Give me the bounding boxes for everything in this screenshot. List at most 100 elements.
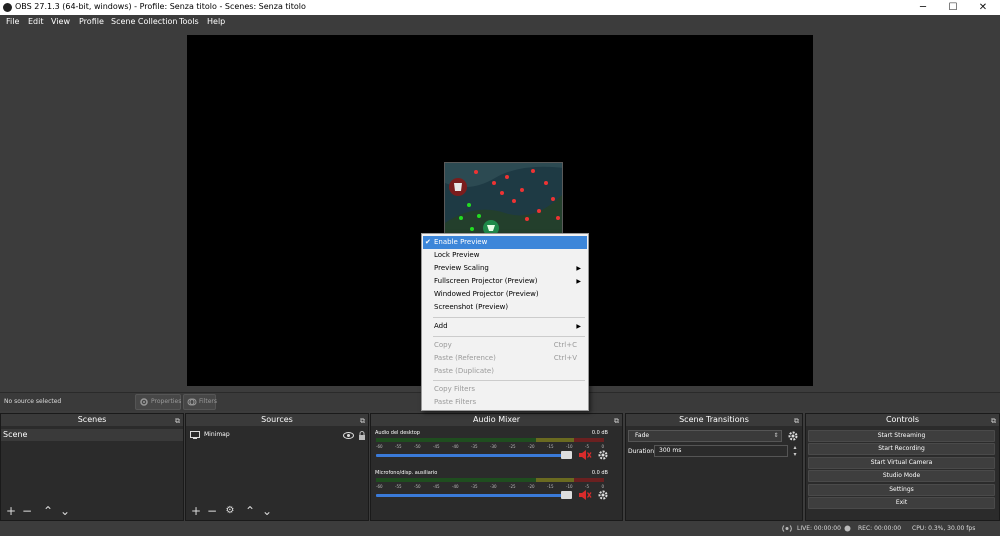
move-source-up-button[interactable]: ⌃ bbox=[243, 504, 257, 518]
gear-icon[interactable] bbox=[597, 489, 609, 501]
scenes-footer: + − ⌃ ⌄ bbox=[1, 502, 183, 520]
source-item[interactable]: Minimap bbox=[186, 429, 368, 441]
menu-view[interactable]: View bbox=[51, 17, 70, 26]
gear-icon[interactable] bbox=[787, 430, 799, 442]
menu-edit[interactable]: Edit bbox=[28, 17, 44, 26]
transition-select[interactable]: Fade bbox=[628, 430, 782, 442]
volume-slider-track[interactable] bbox=[376, 454, 572, 457]
copy-shortcut: Ctrl+C bbox=[553, 341, 577, 349]
remove-scene-button[interactable]: − bbox=[20, 504, 34, 518]
menu-paste-filters: Paste Filters bbox=[434, 398, 477, 406]
add-scene-button[interactable]: + bbox=[4, 504, 18, 518]
menu-preview-scaling-label: Preview Scaling bbox=[434, 264, 489, 272]
menu-copy: Copy Ctrl+C bbox=[423, 339, 587, 352]
menu-paste-duplicate: Paste (Duplicate) bbox=[434, 367, 494, 375]
menu-separator bbox=[433, 336, 585, 337]
scene-item[interactable]: Scene bbox=[1, 429, 183, 441]
menu-separator bbox=[433, 317, 585, 318]
lock-icon[interactable] bbox=[358, 431, 366, 440]
menu-enable-preview[interactable]: ✔ Enable Preview bbox=[423, 236, 587, 249]
audio-mixer-dock: Audio Mixer ⧉ Audio del desktop 0.0 dB -… bbox=[370, 413, 623, 521]
start-streaming-button[interactable]: Start Streaming bbox=[808, 430, 995, 442]
menu-fullscreen-projector-label: Fullscreen Projector (Preview) bbox=[434, 277, 538, 285]
start-recording-button[interactable]: Start Recording bbox=[808, 443, 995, 455]
move-scene-down-button[interactable]: ⌄ bbox=[58, 504, 72, 518]
menu-lock-preview[interactable]: Lock Preview bbox=[423, 249, 587, 262]
channel-name: Audio del desktop bbox=[375, 430, 420, 436]
meter-ticks: -60 -55 -50 -45 -40 -35 -30 -25 -20 -15 -10 -5 0 bbox=[376, 484, 604, 489]
menu-preview-scaling[interactable]: Preview Scaling ▶ bbox=[423, 262, 587, 275]
mixer-channel-mic: Microfono/disp. ausiliario 0.0 dB -60 -55… bbox=[373, 470, 618, 506]
rec-timer: REC: 00:00:00 bbox=[858, 525, 902, 532]
chevron-updown-icon[interactable]: ⇕ bbox=[770, 430, 782, 442]
menu-scene-collection[interactable]: Scene Collection bbox=[111, 17, 178, 26]
menu-enable-preview-label: Enable Preview bbox=[434, 238, 488, 246]
close-button[interactable]: ✕ bbox=[968, 0, 998, 15]
remove-source-button[interactable]: − bbox=[205, 504, 219, 518]
scenes-dock: Scenes ⧉ Scene + − ⌃ ⌄ bbox=[0, 413, 184, 521]
scene-transitions-dock: Scene Transitions ⧉ Fade ⇕ Duration 300 … bbox=[625, 413, 803, 521]
menu-fullscreen-projector[interactable]: Fullscreen Projector (Preview) ▶ bbox=[423, 275, 587, 288]
menu-help[interactable]: Help bbox=[207, 17, 225, 26]
record-icon bbox=[844, 525, 851, 532]
source-item-label: Minimap bbox=[204, 431, 230, 438]
menu-windowed-projector[interactable]: Windowed Projector (Preview) bbox=[423, 288, 587, 301]
menu-paste-reference-label: Paste (Reference) bbox=[434, 354, 496, 362]
undock-icon[interactable]: ⧉ bbox=[614, 415, 619, 427]
audio-mixer-title: Audio Mixer bbox=[472, 415, 521, 424]
duration-input[interactable]: 300 ms bbox=[654, 445, 788, 457]
minimize-button[interactable]: ─ bbox=[908, 0, 938, 15]
filters-button[interactable]: Filters bbox=[183, 394, 217, 410]
cpu-fps: CPU: 0.3%, 30.00 fps bbox=[912, 525, 976, 532]
undock-icon[interactable]: ⧉ bbox=[360, 415, 365, 427]
move-scene-up-button[interactable]: ⌃ bbox=[41, 504, 55, 518]
maximize-button[interactable]: ☐ bbox=[938, 0, 968, 15]
monitor-icon bbox=[190, 431, 200, 439]
status-bar: LIVE: 00:00:00 REC: 00:00:00 CPU: 0.3%, … bbox=[0, 521, 1000, 536]
submenu-arrow-icon: ▶ bbox=[576, 278, 581, 285]
channel-db: 0.0 dB bbox=[591, 430, 608, 436]
menu-file[interactable]: File bbox=[6, 17, 19, 26]
muted-speaker-icon[interactable] bbox=[578, 449, 592, 461]
duration-spinner[interactable]: ▴ ▾ bbox=[790, 444, 800, 458]
volume-slider-handle[interactable] bbox=[561, 451, 572, 459]
menu-add[interactable]: Add ▶ bbox=[423, 320, 587, 333]
controls-title: Controls bbox=[885, 415, 920, 424]
channel-db: 0.0 dB bbox=[591, 470, 608, 476]
menu-paste-reference: Paste (Reference) Ctrl+V bbox=[423, 352, 587, 365]
undock-icon[interactable]: ⧉ bbox=[991, 415, 996, 427]
add-source-button[interactable]: + bbox=[189, 504, 203, 518]
obs-logo-icon bbox=[3, 3, 12, 12]
gear-icon bbox=[140, 398, 148, 406]
menu-tools[interactable]: Tools bbox=[179, 17, 199, 26]
volume-meter bbox=[376, 478, 604, 482]
start-virtual-camera-button[interactable]: Start Virtual Camera bbox=[808, 457, 995, 469]
move-source-down-button[interactable]: ⌄ bbox=[260, 504, 274, 518]
meter-ticks: -60 -55 -50 -45 -40 -35 -30 -25 -20 -15 -10 -5 0 bbox=[376, 444, 604, 449]
eye-icon[interactable] bbox=[343, 432, 354, 439]
properties-label: Properties bbox=[151, 398, 182, 405]
menu-profile[interactable]: Profile bbox=[79, 17, 104, 26]
exit-button[interactable]: Exit bbox=[808, 497, 995, 509]
controls-dock: Controls ⧉ Start Streaming Start Recordi… bbox=[805, 413, 1000, 521]
volume-slider-track[interactable] bbox=[376, 494, 572, 497]
minimap-source-preview[interactable] bbox=[444, 162, 563, 237]
minimap-image bbox=[445, 163, 562, 236]
volume-slider-handle[interactable] bbox=[561, 491, 572, 499]
preview-context-menu: ✔ Enable Preview Lock Preview Preview Sc… bbox=[421, 233, 589, 411]
settings-button[interactable]: Settings bbox=[808, 484, 995, 496]
undock-icon[interactable]: ⧉ bbox=[794, 415, 799, 427]
menu-screenshot[interactable]: Screenshot (Preview) bbox=[423, 301, 587, 314]
scene-transitions-title: Scene Transitions bbox=[679, 415, 749, 424]
gear-icon[interactable] bbox=[597, 449, 609, 461]
studio-mode-button[interactable]: Studio Mode bbox=[808, 470, 995, 482]
properties-button[interactable]: Properties bbox=[135, 394, 181, 410]
title-bar: OBS 27.1.3 (64-bit, windows) - Profile: … bbox=[0, 0, 1000, 15]
undock-icon[interactable]: ⧉ bbox=[175, 415, 180, 427]
source-properties-gear-icon[interactable]: ⚙ bbox=[223, 504, 237, 518]
submenu-arrow-icon: ▶ bbox=[576, 323, 581, 330]
menu-copy-filters: Copy Filters bbox=[434, 385, 475, 393]
menu-add-label: Add bbox=[434, 322, 448, 330]
muted-speaker-icon[interactable] bbox=[578, 489, 592, 501]
menu-copy-label: Copy bbox=[434, 341, 452, 349]
